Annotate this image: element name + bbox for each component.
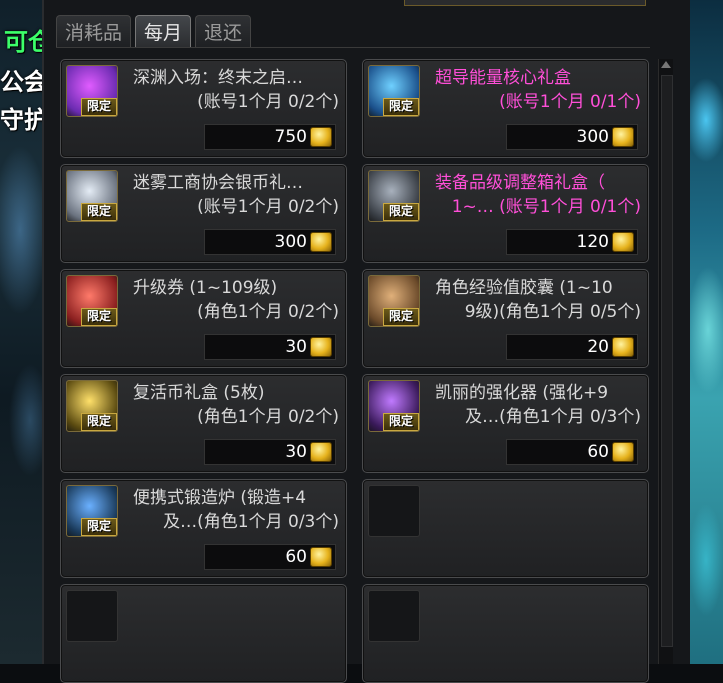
price-box: 60 — [506, 439, 638, 465]
scroll-thumb[interactable] — [661, 75, 673, 647]
gold-coin-icon — [612, 442, 634, 462]
item-purchase-limit: 1~… (账号1个月 0/1个) — [451, 197, 641, 217]
tab-monthly[interactable]: 每月 — [135, 15, 192, 47]
gold-coin-icon — [612, 337, 634, 357]
price-box: 300 — [204, 229, 336, 255]
item-price: 120 — [576, 232, 609, 252]
item-name: 升级券 (1~109级) — [133, 278, 278, 298]
shop-item-card[interactable]: 限定 装备品级调整箱礼盒（ 1~… (账号1个月 0/1个) 120 — [362, 164, 649, 263]
item-price: 60 — [285, 547, 307, 567]
empty-item-slot — [66, 590, 118, 642]
enhancer-icon: 限定 — [368, 380, 420, 432]
gold-coin-icon — [310, 232, 332, 252]
gold-coin-icon — [310, 442, 332, 462]
item-price: 30 — [285, 337, 307, 357]
item-purchase-limit: (账号1个月 0/2个) — [197, 197, 339, 217]
item-price: 300 — [576, 127, 609, 147]
item-purchase-limit: (角色1个月 0/2个) — [197, 407, 339, 427]
top-frame-bar — [404, 0, 646, 6]
gold-coin-icon — [310, 127, 332, 147]
limited-badge: 限定 — [383, 413, 419, 431]
tab-divider — [56, 47, 650, 48]
limited-badge: 限定 — [383, 98, 419, 116]
item-name: 凯丽的强化器 (强化+9 — [435, 383, 609, 403]
empty-item-slot — [368, 485, 420, 537]
item-price: 20 — [587, 337, 609, 357]
price-box: 20 — [506, 334, 638, 360]
shop-item-card[interactable]: 限定 升级券 (1~109级) (角色1个月 0/2个) 30 — [60, 269, 347, 368]
price-box: 60 — [204, 544, 336, 570]
limited-badge: 限定 — [81, 308, 117, 326]
shop-item-card[interactable]: 限定 复活币礼盒 (5枚) (角色1个月 0/2个) 30 — [60, 374, 347, 473]
silver-coin-gift-icon: 限定 — [66, 170, 118, 222]
background-text-3: 守护 — [0, 106, 48, 134]
energy-core-box-icon: 限定 — [368, 65, 420, 117]
revive-coin-box-icon: 限定 — [66, 380, 118, 432]
shop-item-card[interactable]: 限定 角色经验值胶囊 (1~10 9级)(角色1个月 0/5个) 20 — [362, 269, 649, 368]
price-box: 120 — [506, 229, 638, 255]
shop-item-card[interactable]: 限定 迷雾工商协会银币礼… (账号1个月 0/2个) 300 — [60, 164, 347, 263]
price-box: 30 — [204, 439, 336, 465]
limited-badge: 限定 — [81, 203, 117, 221]
exp-capsule-icon: 限定 — [368, 275, 420, 327]
gold-coin-icon — [310, 337, 332, 357]
shop-item-card[interactable]: 限定 便携式锻造炉 (锻造+4 及…(角色1个月 0/3个) 60 — [60, 479, 347, 578]
tab-refund[interactable]: 退还 — [195, 15, 252, 47]
abyss-ticket-icon: 限定 — [66, 65, 118, 117]
item-purchase-limit: 及…(角色1个月 0/3个) — [465, 407, 641, 427]
empty-item-slot — [368, 590, 420, 642]
shop-item-card[interactable]: 限定 凯丽的强化器 (强化+9 及…(角色1个月 0/3个) 60 — [362, 374, 649, 473]
item-name: 超导能量核心礼盒 — [435, 68, 571, 88]
item-purchase-limit: (账号1个月 0/2个) — [197, 92, 339, 112]
item-name: 复活币礼盒 (5枚) — [133, 383, 265, 403]
forge-icon: 限定 — [66, 485, 118, 537]
item-price: 750 — [274, 127, 307, 147]
background-scene-right — [688, 0, 723, 664]
shop-item-card[interactable]: 限定 超导能量核心礼盒 (账号1个月 0/1个) 300 — [362, 59, 649, 158]
item-price: 300 — [274, 232, 307, 252]
price-box: 750 — [204, 124, 336, 150]
item-name: 迷雾工商协会银币礼… — [133, 173, 303, 193]
gold-coin-icon — [612, 232, 634, 252]
scroll-up-arrow-icon[interactable] — [661, 61, 671, 68]
item-purchase-limit: 及…(角色1个月 0/3个) — [163, 512, 339, 532]
gold-coin-icon — [612, 127, 634, 147]
tab-bar: 消耗品 每月 退还 — [56, 15, 252, 47]
limited-badge: 限定 — [383, 203, 419, 221]
item-price: 30 — [285, 442, 307, 462]
item-purchase-limit: 9级)(角色1个月 0/5个) — [464, 302, 641, 322]
item-name: 便携式锻造炉 (锻造+4 — [133, 488, 307, 508]
limited-badge: 限定 — [383, 308, 419, 326]
gold-coin-icon — [310, 547, 332, 567]
item-purchase-limit: (角色1个月 0/2个) — [197, 302, 339, 322]
item-purchase-limit: (账号1个月 0/1个) — [499, 92, 641, 112]
grade-adjust-box-icon: 限定 — [368, 170, 420, 222]
item-name: 深渊入场：终末之启… — [133, 68, 303, 88]
empty-item-card — [362, 479, 649, 578]
item-price: 60 — [587, 442, 609, 462]
limited-badge: 限定 — [81, 518, 117, 536]
limited-badge: 限定 — [81, 413, 117, 431]
item-name: 角色经验值胶囊 (1~10 — [435, 278, 613, 298]
shop-item-card[interactable]: 限定 深渊入场：终末之启… (账号1个月 0/2个) 750 — [60, 59, 347, 158]
limited-badge: 限定 — [81, 98, 117, 116]
price-box: 300 — [506, 124, 638, 150]
empty-item-card — [60, 584, 347, 683]
tab-consumables[interactable]: 消耗品 — [56, 15, 132, 47]
empty-item-card — [362, 584, 649, 683]
level-up-ticket-icon: 限定 — [66, 275, 118, 327]
scrollbar[interactable] — [658, 59, 673, 664]
price-box: 30 — [204, 334, 336, 360]
background-text-2: 公会 — [0, 68, 48, 96]
item-name: 装备品级调整箱礼盒（ — [435, 173, 605, 193]
